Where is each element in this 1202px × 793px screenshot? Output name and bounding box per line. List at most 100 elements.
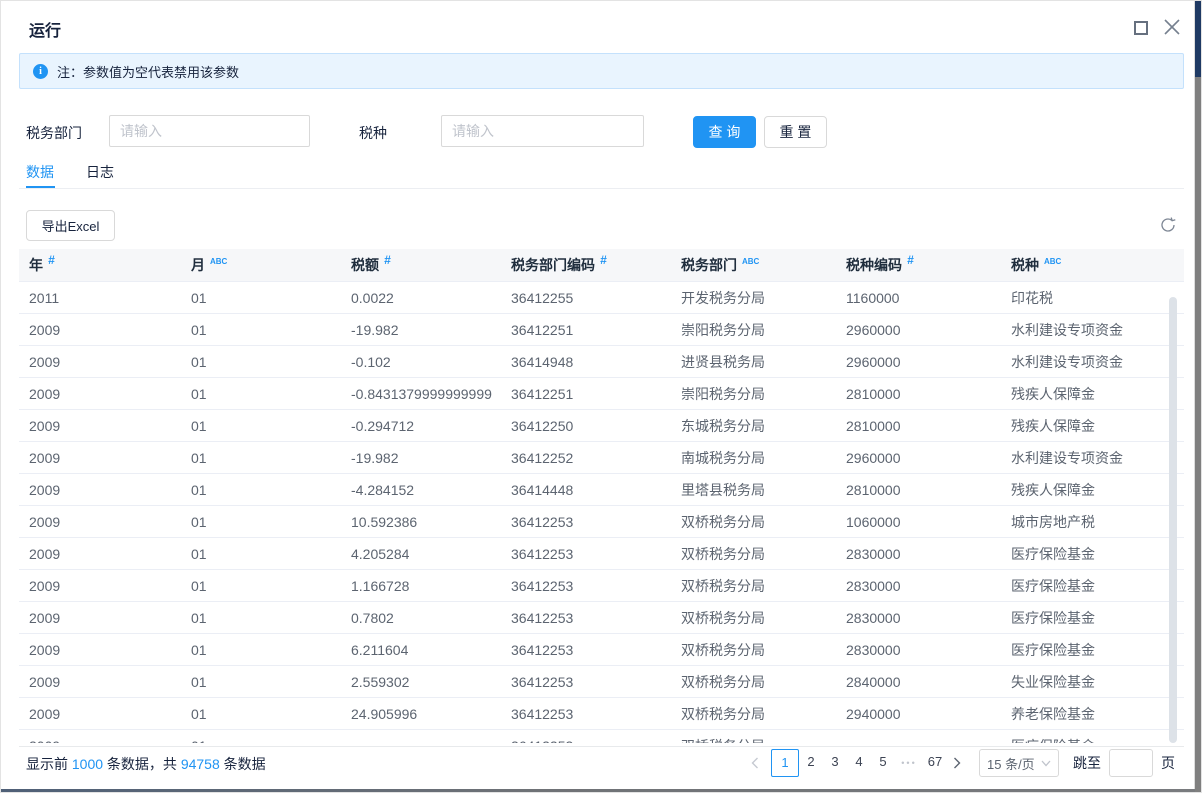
table-cell-month: 01 xyxy=(181,506,341,537)
pagination-pages: 12345•••67 xyxy=(771,749,947,777)
table-cell-tax-code: 2830000 xyxy=(836,634,1001,665)
page-button-2[interactable]: 2 xyxy=(799,749,823,777)
column-header-tax-amount: 税额# xyxy=(341,249,501,281)
table-cell-month: 01 xyxy=(181,314,341,345)
table-cell-dept: 双桥税务分局 xyxy=(671,698,836,729)
close-icon[interactable] xyxy=(1162,17,1182,37)
table-cell-tax-code: 1060000 xyxy=(836,506,1001,537)
page-button-4[interactable]: 4 xyxy=(847,749,871,777)
pagination-ellipsis: ••• xyxy=(895,749,923,777)
table-cell-tax-code: 2940000 xyxy=(836,698,1001,729)
table-cell-month: 01 xyxy=(181,474,341,505)
maximize-icon[interactable] xyxy=(1134,21,1148,35)
tab-log[interactable]: 日志 xyxy=(86,162,114,182)
table-cell-dept-code: 36414948 xyxy=(501,346,671,377)
table-cell-dept: 双桥税务分局 xyxy=(671,666,836,697)
table-cell-month: 01 xyxy=(181,634,341,665)
page-size-value: 15 条/页 xyxy=(987,754,1041,773)
table-cell-month: 01 xyxy=(181,570,341,601)
prev-page-icon[interactable] xyxy=(747,749,763,777)
table-cell-tax-code: 2960000 xyxy=(836,442,1001,473)
table-cell-tax-type: 残疾人保障金 xyxy=(1001,378,1184,409)
table-row: 200901-0.10236414948进贤县税务局2960000水利建设专项资… xyxy=(19,346,1184,378)
table-cell-tax-amount: -19.982 xyxy=(341,314,501,345)
next-page-icon[interactable] xyxy=(949,749,965,777)
table-cell-dept: 双桥税务分局 xyxy=(671,570,836,601)
result-table: 年#月ABC税额#税务部门编码#税务部门ABC税种编码#税种ABC 201101… xyxy=(19,249,1184,743)
table-cell-tax-type: 水利建设专项资金 xyxy=(1001,346,1184,377)
table-cell-tax-amount: -0.294712 xyxy=(341,410,501,441)
table-cell-dept: 双桥税务分局 xyxy=(671,634,836,665)
table-cell-dept: 南城税务分局 xyxy=(671,442,836,473)
table-cell-month: 01 xyxy=(181,538,341,569)
table-cell-tax-amount: 0.0022 xyxy=(341,282,501,313)
table-cell-year: 2011 xyxy=(19,282,181,313)
column-header-year: 年# xyxy=(19,249,181,281)
table-cell-tax-amount: 6.211604 xyxy=(341,634,501,665)
column-label: 税务部门 xyxy=(681,257,737,273)
table-cell-month: 01 xyxy=(181,410,341,441)
column-label: 年 xyxy=(29,257,43,273)
jump-page-input[interactable] xyxy=(1109,749,1153,777)
dialog-title: 运行 xyxy=(29,17,61,41)
table-cell-tax-amount xyxy=(341,730,501,743)
background-window-bottom-edge xyxy=(1,789,1195,793)
table-cell-dept: 崇阳税务分局 xyxy=(671,314,836,345)
table-cell-tax-amount: 0.7802 xyxy=(341,602,501,633)
export-excel-button[interactable]: 导出Excel xyxy=(26,210,115,241)
table-row-partial: 20090136412253双桥税务分局医疗保险基金 xyxy=(19,730,1184,743)
chevron-down-icon xyxy=(1041,760,1051,767)
tax-dept-label: 税务部门 xyxy=(26,123,82,143)
page-size-select[interactable]: 15 条/页 xyxy=(979,749,1059,777)
table-cell-year: 2009 xyxy=(19,666,181,697)
table-scrollbar[interactable] xyxy=(1169,297,1177,743)
table-cell-tax-code: 1160000 xyxy=(836,282,1001,313)
summary-prefix: 显示前 xyxy=(26,756,72,772)
refresh-icon[interactable] xyxy=(1159,216,1177,234)
tax-dept-input[interactable] xyxy=(109,115,310,147)
reset-button[interactable]: 重 置 xyxy=(764,116,827,148)
table-cell-year: 2009 xyxy=(19,314,181,345)
table-cell-tax-amount: 1.166728 xyxy=(341,570,501,601)
text-type-icon: ABC xyxy=(742,257,759,266)
tax-type-input[interactable] xyxy=(441,115,644,147)
table-cell-tax-type: 医疗保险基金 xyxy=(1001,602,1184,633)
table-row: 20090124.90599636412253双桥税务分局2940000养老保险… xyxy=(19,698,1184,730)
number-type-icon: # xyxy=(907,253,914,267)
info-icon: i xyxy=(33,64,48,79)
pagination: 12345•••67 15 条/页 跳至 页 xyxy=(747,749,1175,777)
table-cell-dept: 双桥税务分局 xyxy=(671,538,836,569)
column-header-tax-code: 税种编码# xyxy=(836,249,1001,281)
run-dialog-screen: 运行 i 注：参数值为空代表禁用该参数 税务部门 税种 查 询 重 置 数据 日… xyxy=(0,0,1202,793)
table-cell-tax-amount: 4.205284 xyxy=(341,538,501,569)
table-row: 200901-0.843137999999999936412251崇阳税务分局2… xyxy=(19,378,1184,410)
table-row: 2009016.21160436412253双桥税务分局2830000医疗保险基… xyxy=(19,634,1184,666)
page-button-3[interactable]: 3 xyxy=(823,749,847,777)
page-button-67[interactable]: 67 xyxy=(923,749,947,777)
result-summary: 显示前 1000 条数据，共 94758 条数据 xyxy=(26,754,266,774)
table-cell-tax-code: 2810000 xyxy=(836,474,1001,505)
table-row: 2011010.002236412255开发税务分局1160000印花税 xyxy=(19,282,1184,314)
table-cell-month: 01 xyxy=(181,602,341,633)
table-cell-dept-code: 36412253 xyxy=(501,666,671,697)
table-cell-dept-code: 36412255 xyxy=(501,282,671,313)
column-label: 税务部门编码 xyxy=(511,257,595,273)
table-cell-year: 2009 xyxy=(19,538,181,569)
background-window-right-edge xyxy=(1195,1,1202,793)
table-cell-month: 01 xyxy=(181,346,341,377)
table-cell-month: 01 xyxy=(181,442,341,473)
query-button[interactable]: 查 询 xyxy=(693,116,756,148)
table-cell-tax-amount: -4.284152 xyxy=(341,474,501,505)
table-cell-dept-code: 36412250 xyxy=(501,410,671,441)
summary-total: 94758 xyxy=(181,756,220,772)
table-row: 200901-19.98236412252南城税务分局2960000水利建设专项… xyxy=(19,442,1184,474)
table-cell-year: 2009 xyxy=(19,698,181,729)
page-button-1[interactable]: 1 xyxy=(771,749,799,777)
table-cell-month: 01 xyxy=(181,730,341,743)
column-label: 税种 xyxy=(1011,257,1039,273)
table-cell-year: 2009 xyxy=(19,378,181,409)
table-cell-dept-code: 36412253 xyxy=(501,570,671,601)
page-button-5[interactable]: 5 xyxy=(871,749,895,777)
table-row: 2009012.55930236412253双桥税务分局2840000失业保险基… xyxy=(19,666,1184,698)
tab-data[interactable]: 数据 xyxy=(26,162,54,182)
